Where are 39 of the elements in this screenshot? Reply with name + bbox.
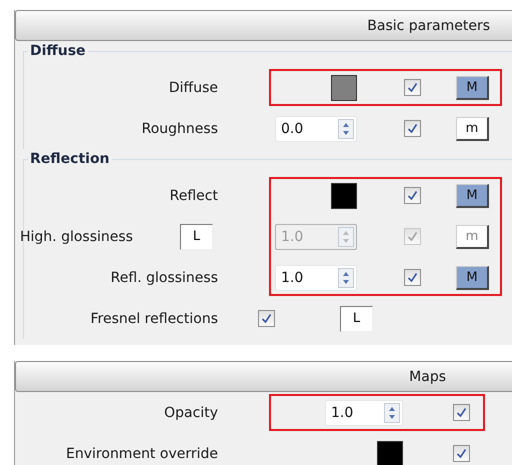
- color-swatch[interactable]: [377, 440, 403, 465]
- checkbox[interactable]: [404, 269, 421, 286]
- field-label: High. glossiness: [19, 228, 133, 244]
- spinner-icon[interactable]: [338, 268, 354, 288]
- checkbox[interactable]: [404, 187, 421, 204]
- color-swatch[interactable]: [331, 182, 357, 208]
- color-swatch[interactable]: [331, 74, 357, 100]
- check-icon: [261, 313, 272, 324]
- spinner-icon[interactable]: [338, 118, 354, 138]
- rollout-header[interactable]: Maps: [15, 361, 512, 392]
- field-label: Opacity: [164, 404, 219, 420]
- number-field[interactable]: 1.0: [325, 400, 403, 426]
- map-button[interactable]: M: [456, 184, 489, 208]
- field-label: Roughness: [142, 120, 219, 136]
- check-icon: [456, 448, 467, 459]
- spinner-icon[interactable]: [384, 402, 400, 422]
- field-label: Environment override: [66, 446, 219, 462]
- field-label: Refl. glossiness: [110, 270, 219, 286]
- field-label: Reflect: [170, 188, 219, 204]
- map-button[interactable]: m: [456, 116, 489, 140]
- check-icon: [407, 123, 418, 134]
- check-icon: [407, 272, 418, 283]
- check-icon: [407, 82, 418, 93]
- checkbox[interactable]: [404, 120, 421, 137]
- checkbox[interactable]: [404, 79, 421, 96]
- rollout-header[interactable]: Basic parameters: [15, 10, 512, 41]
- check-icon: [407, 231, 418, 242]
- checkbox[interactable]: [453, 404, 470, 421]
- map-button[interactable]: M: [456, 76, 489, 100]
- number-field[interactable]: 1.0: [275, 264, 357, 290]
- field-label: Diffuse: [168, 80, 219, 96]
- check-icon: [407, 190, 418, 201]
- checkbox[interactable]: [258, 310, 275, 327]
- lock-button[interactable]: L: [340, 306, 373, 332]
- checkbox[interactable]: [453, 445, 470, 462]
- check-icon: [456, 407, 467, 418]
- map-button[interactable]: M: [456, 266, 489, 290]
- field-label: Fresnel reflections: [90, 310, 219, 326]
- number-field[interactable]: 0.0: [275, 116, 357, 142]
